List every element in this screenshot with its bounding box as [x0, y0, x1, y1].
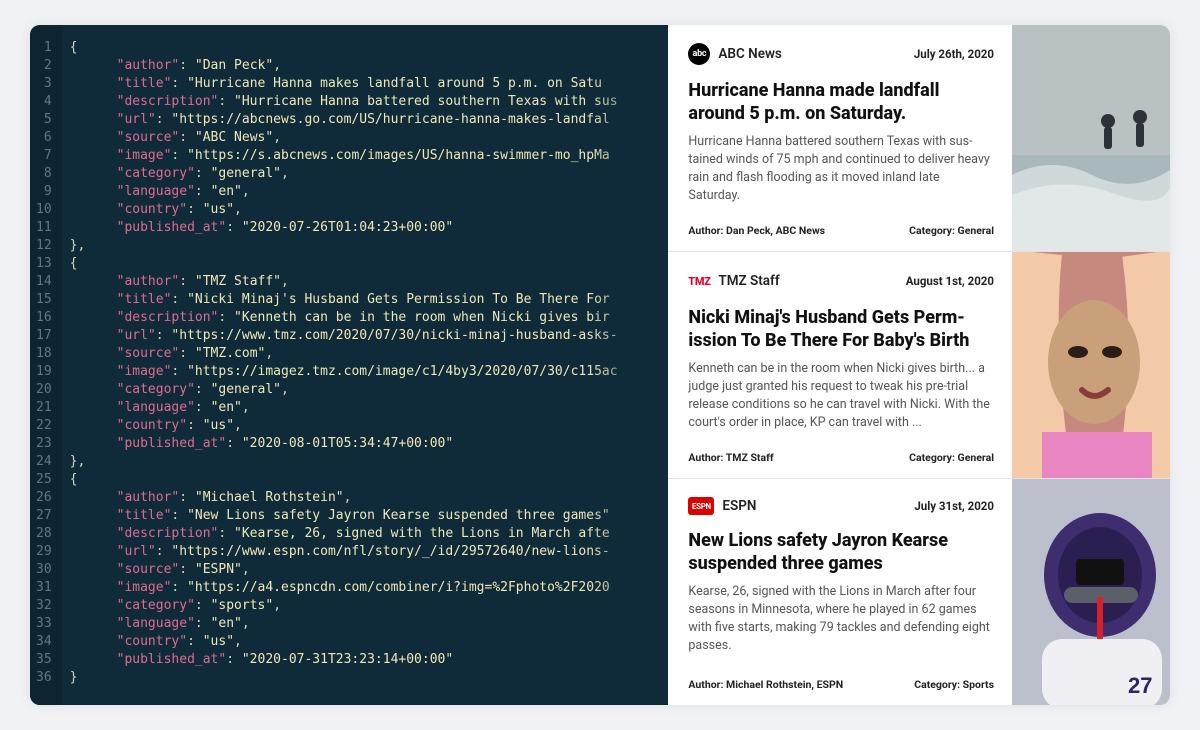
- json-code-block[interactable]: { "author": "Dan Peck", "title": "Hurric…: [62, 25, 618, 705]
- source-name: ABC News: [718, 46, 782, 62]
- card-description: Hurricane Hanna battered southern Texas …: [688, 133, 994, 212]
- card-category: Category: Sports: [914, 678, 994, 691]
- card-meta: Author: TMZ Staff Category: General: [688, 451, 994, 464]
- app-frame: 1234567891011121314151617181920212223242…: [30, 25, 1170, 705]
- card-title: Hurricane Hanna made landfall around 5 p…: [688, 79, 994, 125]
- card-meta: Author: Dan Peck, ABC News Category: Gen…: [688, 224, 994, 237]
- source-name: TMZ Staff: [718, 273, 779, 289]
- card-description: Kearse, 26, signed with the Lions in Mar…: [688, 583, 994, 666]
- card-header: abc ABC News July 26th, 2020: [688, 43, 994, 65]
- news-card[interactable]: ESPN ESPN July 31st, 2020 New Lions safe…: [668, 479, 1170, 705]
- card-source: abc ABC News: [688, 43, 782, 65]
- json-code-pane: 1234567891011121314151617181920212223242…: [30, 25, 668, 705]
- card-author: Author: Dan Peck, ABC News: [688, 224, 825, 237]
- card-category: Category: General: [909, 224, 994, 237]
- card-thumbnail: [1012, 252, 1170, 478]
- card-thumbnail: [1012, 25, 1170, 251]
- card-date: July 26th, 2020: [914, 47, 994, 61]
- card-header: ESPN ESPN July 31st, 2020: [688, 497, 994, 515]
- card-author: Author: TMZ Staff: [688, 451, 773, 464]
- news-cards-pane: abc ABC News July 26th, 2020 Hurricane H…: [668, 25, 1170, 705]
- card-date: August 1st, 2020: [906, 274, 994, 288]
- card-body: abc ABC News July 26th, 2020 Hurricane H…: [668, 25, 1012, 251]
- card-description: Kenneth can be in the room when Nicki gi…: [688, 360, 994, 439]
- card-header: TMZ TMZ Staff August 1st, 2020: [688, 270, 994, 292]
- card-title: Nicki Minaj's Husband Gets Perm-ission T…: [688, 306, 994, 352]
- source-logo-icon: ESPN: [688, 497, 714, 515]
- card-body: TMZ TMZ Staff August 1st, 2020 Nicki Min…: [668, 252, 1012, 478]
- source-logo-icon: TMZ: [688, 270, 710, 292]
- card-title: New Lions safety Jayron Kearse suspended…: [688, 529, 994, 575]
- source-logo-icon: abc: [688, 43, 710, 65]
- svg-text:27: 27: [1128, 673, 1152, 698]
- card-body: ESPN ESPN July 31st, 2020 New Lions safe…: [668, 479, 1012, 705]
- card-meta: Author: Michael Rothstein, ESPN Category…: [688, 678, 994, 691]
- source-name: ESPN: [722, 498, 756, 514]
- card-source: TMZ TMZ Staff: [688, 270, 779, 292]
- news-card[interactable]: abc ABC News July 26th, 2020 Hurricane H…: [668, 25, 1170, 252]
- card-date: July 31st, 2020: [914, 499, 994, 513]
- card-source: ESPN ESPN: [688, 497, 756, 515]
- line-number-gutter: 1234567891011121314151617181920212223242…: [30, 25, 62, 705]
- card-category: Category: General: [909, 451, 994, 464]
- card-author: Author: Michael Rothstein, ESPN: [688, 678, 843, 691]
- news-card[interactable]: TMZ TMZ Staff August 1st, 2020 Nicki Min…: [668, 252, 1170, 479]
- card-thumbnail: 27: [1012, 479, 1170, 705]
